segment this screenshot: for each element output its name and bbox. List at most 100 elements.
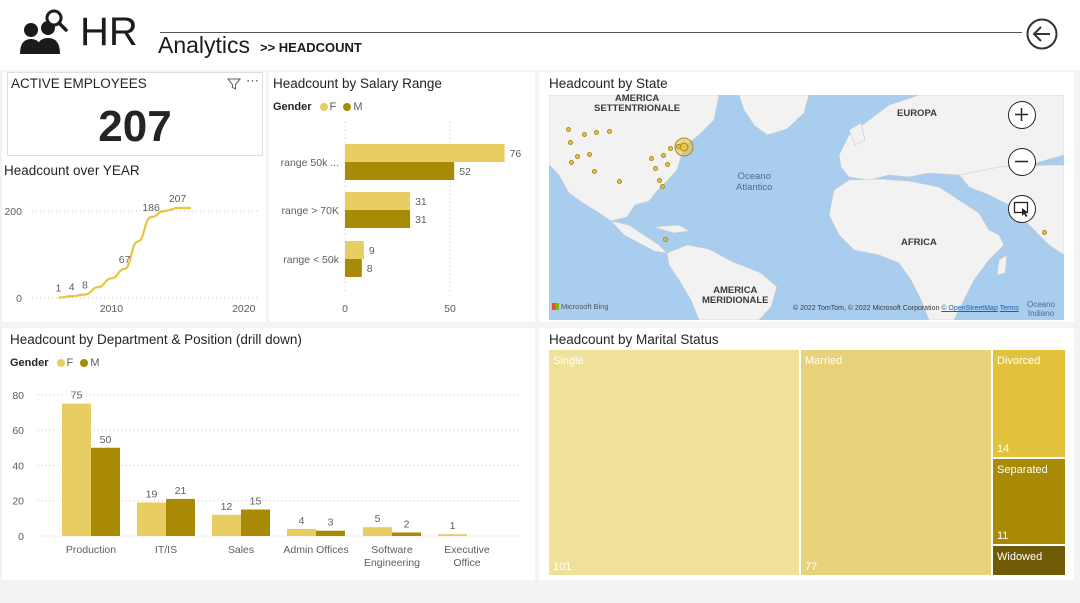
dept-panel: Headcount by Department & Position (dril… xyxy=(2,328,535,580)
data-label: 21 xyxy=(175,485,187,497)
category-label: range 50k ... xyxy=(281,157,339,169)
category-label: Production xyxy=(66,544,116,556)
treemap-single[interactable]: Single 101 xyxy=(549,350,799,575)
data-label: 3 xyxy=(328,517,334,529)
treemap-divorced[interactable]: Divorced 14 xyxy=(993,350,1065,457)
treemap-widowed[interactable]: Widowed xyxy=(993,546,1065,575)
y-tick-label: 0 xyxy=(16,293,22,305)
data-label: 186 xyxy=(142,202,160,214)
category-label: Office xyxy=(453,557,480,569)
bar-f xyxy=(137,502,166,536)
kpi-title: ACTIVE EMPLOYEES xyxy=(11,76,147,91)
y-tick-label: 20 xyxy=(12,496,24,508)
category-label: range < 50k xyxy=(283,254,340,266)
data-label: 1 xyxy=(450,520,456,532)
series-line xyxy=(58,206,191,299)
bar-f xyxy=(212,514,241,536)
data-label: 4 xyxy=(299,515,305,527)
bar-f xyxy=(62,403,91,536)
x-tick-label: 0 xyxy=(342,303,348,315)
treemap-label: Divorced xyxy=(997,355,1041,367)
bar-m xyxy=(316,530,345,536)
bar-f xyxy=(287,528,316,536)
bar-f xyxy=(438,534,467,536)
map-label-indian-ocean: Oceano Indiano xyxy=(1027,300,1056,318)
data-label: 19 xyxy=(146,488,158,500)
data-label: 4 xyxy=(69,281,75,293)
section-title: Analytics xyxy=(158,32,251,58)
map-select-icon[interactable] xyxy=(1008,195,1036,223)
kpi-panel: ACTIVE EMPLOYEES ⋯ 207 Headcount over YE… xyxy=(2,72,266,322)
map-label-north-america: AMERICA SETTENTRIONALE xyxy=(594,93,681,114)
map-point xyxy=(665,162,670,167)
header-bar: HR Analytics >> HEADCOUNT xyxy=(0,0,1080,70)
map-point xyxy=(1042,230,1047,235)
map-point xyxy=(653,166,658,171)
kpi-value: 207 xyxy=(98,102,172,151)
dept-title: Headcount by Department & Position (dril… xyxy=(10,332,302,347)
category-label: IT/IS xyxy=(155,544,177,556)
map-point xyxy=(607,129,612,134)
line-chart-title: Headcount over YEAR xyxy=(4,163,140,178)
legend-m-label: M xyxy=(353,101,363,113)
legend-f-label: F xyxy=(66,357,74,369)
bar-f xyxy=(363,527,392,536)
bar-m xyxy=(91,447,120,536)
treemap-label: Single xyxy=(553,355,584,367)
legend-f-label: F xyxy=(329,101,337,113)
map-attribution-text: © 2022 TomTom, © 2022 Microsoft Corporat… xyxy=(793,305,940,312)
salary-chart: 0 50 range 50k ... 76 52 range > 70K 31 31 range… xyxy=(281,122,521,315)
treemap-separated[interactable]: Separated 11 xyxy=(993,459,1065,544)
map-point xyxy=(668,146,673,151)
data-label: 52 xyxy=(459,166,471,178)
people-search-icon xyxy=(20,9,68,54)
x-tick-label: 2020 xyxy=(232,303,256,315)
map-attribution: © 2022 TomTom, © 2022 Microsoft Corporat… xyxy=(793,305,1019,312)
legend-f-marker xyxy=(319,103,328,111)
data-label: 1 xyxy=(56,283,62,295)
bar-m xyxy=(241,509,270,536)
treemap-label: Separated xyxy=(997,464,1048,476)
data-label: 75 xyxy=(71,390,83,402)
map-point xyxy=(566,127,571,132)
treemap-value: 77 xyxy=(805,561,818,573)
category-label: Admin Offices xyxy=(283,544,348,556)
y-tick-label: 80 xyxy=(12,390,24,402)
category-label: Executive xyxy=(444,544,490,556)
bar-f xyxy=(345,144,505,162)
more-options-icon[interactable]: ⋯ xyxy=(246,73,259,89)
map-label-ocean: Oceano Atlantico xyxy=(736,171,773,193)
filter-icon[interactable] xyxy=(227,77,241,91)
legend-m-label: M xyxy=(90,357,100,369)
x-tick-label: 50 xyxy=(444,303,456,315)
data-label: 5 xyxy=(375,513,381,525)
dept-chart: 020406080Production7550IT/IS19 21Sales12 1… xyxy=(12,390,522,569)
data-label: 12 xyxy=(221,501,233,513)
treemap-value: 101 xyxy=(553,561,572,573)
map-label-africa: AFRICA xyxy=(901,237,937,248)
data-label: 67 xyxy=(119,254,131,266)
bar-m xyxy=(345,210,411,228)
salary-panel: Headcount by Salary Range Gender F M 0 50 r… xyxy=(269,72,535,322)
bar-f xyxy=(345,192,411,210)
bar-m xyxy=(345,259,362,277)
zoom-out-icon[interactable] xyxy=(1008,148,1036,176)
y-tick-label: 200 xyxy=(4,206,22,218)
world-map[interactable] xyxy=(549,95,1064,320)
map-point xyxy=(569,160,574,165)
y-tick-label: 60 xyxy=(12,425,24,437)
terms-link[interactable]: Terms xyxy=(1000,305,1019,312)
salary-title: Headcount by Salary Range xyxy=(273,76,442,91)
legend-f-marker xyxy=(56,359,65,367)
osm-link[interactable]: © OpenStreetMap xyxy=(941,305,998,312)
back-arrow-icon[interactable] xyxy=(1025,17,1059,51)
data-label: 207 xyxy=(169,193,187,205)
treemap-married[interactable]: Married 77 xyxy=(801,350,991,575)
data-label: 8 xyxy=(82,280,88,292)
data-label: 9 xyxy=(369,245,375,257)
zoom-in-icon[interactable] xyxy=(1008,101,1036,129)
bar-m xyxy=(392,532,421,536)
map-point xyxy=(663,237,668,242)
data-label: 50 xyxy=(100,434,112,446)
y-tick-label: 40 xyxy=(12,460,24,472)
